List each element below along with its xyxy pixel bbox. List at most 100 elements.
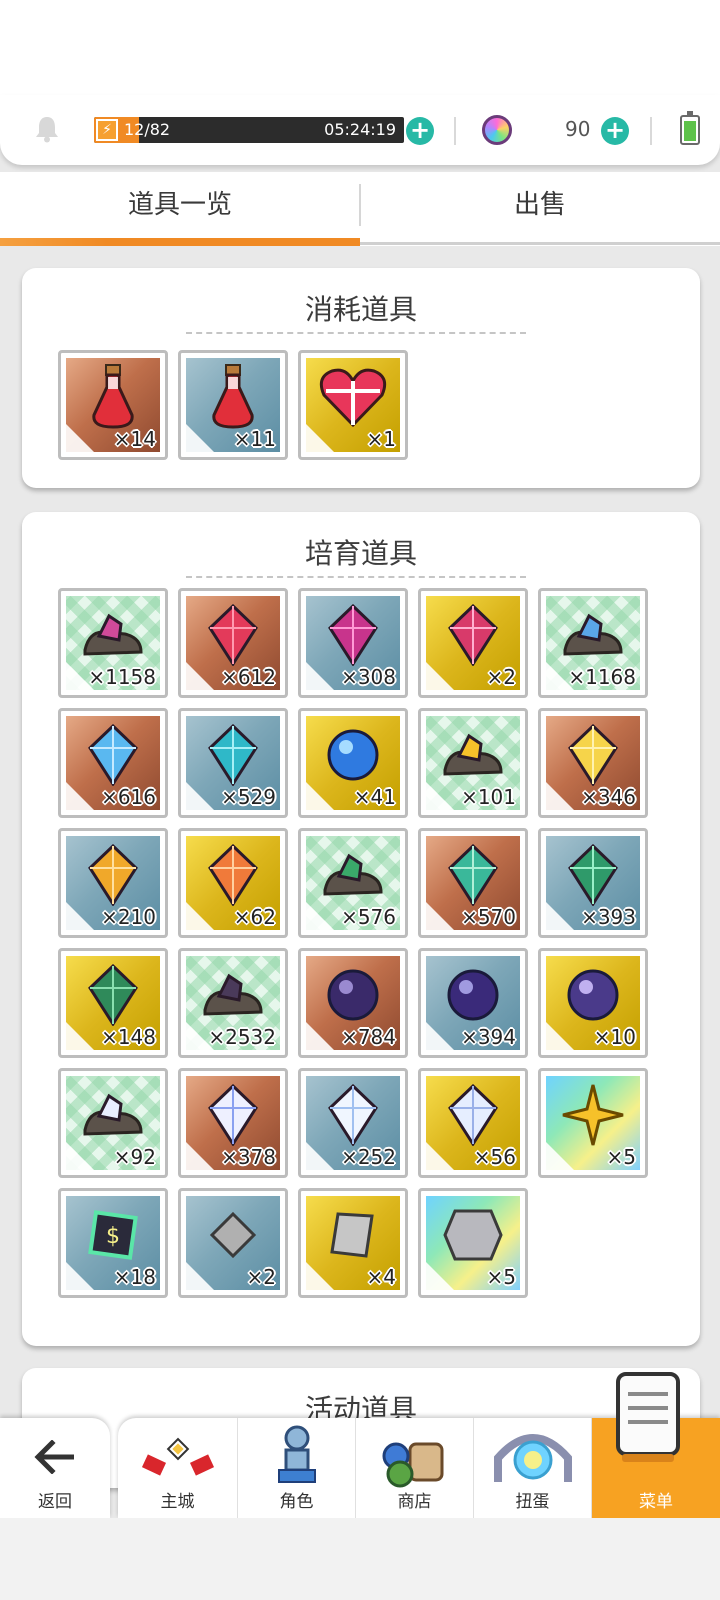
item-quantity: ×346 [581,785,636,809]
teal-crystal-icon [206,724,260,790]
item-slot[interactable]: ×576 [298,828,408,938]
nav-item-character[interactable]: 角色 [238,1418,356,1518]
winged-diamond-icon [446,1084,500,1150]
item-quantity: ×570 [461,905,516,929]
winged-purple-orb-icon [564,966,622,1028]
blue-shard-icon [86,724,140,790]
gacha-icon [494,1434,572,1482]
tab-sell[interactable]: 出售 [360,172,720,246]
item-slot[interactable]: ×394 [418,948,528,1058]
red-potion-icon [210,363,256,435]
status-bar: ⚡ 12/82 05:24:19 + 90 + [0,95,720,165]
gold-star-icon [561,1083,625,1151]
gem-icon [482,115,512,145]
divider [650,117,652,145]
diamond-icon [326,1084,380,1150]
item-background: ×2532 [186,956,280,1050]
item-quantity: ×92 [113,1145,156,1169]
item-quantity: ×576 [341,905,396,929]
item-background: $ ×18 [66,1196,160,1290]
add-stamina-button[interactable]: + [406,117,434,145]
item-slot[interactable]: ×612 [178,588,288,698]
item-slot[interactable]: ×2 [178,1188,288,1298]
top-blank-area [0,0,720,100]
dark-ore-icon [201,970,265,1024]
nav-item-gacha[interactable]: 扭蛋 [474,1418,592,1518]
pink-ore-icon [81,610,145,664]
item-slot[interactable]: ×2 [418,588,528,698]
add-gems-button[interactable]: + [601,117,629,145]
item-slot[interactable]: ×210 [58,828,168,938]
item-background: ×346 [546,716,640,810]
nav-label: 主城 [160,1492,195,1512]
item-slot[interactable]: ×570 [418,828,528,938]
item-slot[interactable]: ×41 [298,708,408,818]
rainbow-chip-icon: $ [87,1209,139,1265]
item-quantity: ×10 [593,1025,636,1049]
item-slot[interactable]: ×2532 [178,948,288,1058]
item-slot[interactable]: ×10 [538,948,648,1058]
menu-scroll-icon [616,1372,680,1462]
active-tab-indicator [0,238,360,246]
nav-label: 商店 [397,1492,432,1512]
item-slot[interactable]: $ ×18 [58,1188,168,1298]
nav-main: 主城 角色 商店 扭蛋 菜单 [118,1372,720,1518]
bottom-safe-area [0,1518,720,1600]
section-title: 消耗道具 [304,293,417,326]
tab-item-list[interactable]: 道具一览 [0,172,360,246]
item-slot[interactable]: ×1168 [538,588,648,698]
section-title: 培育道具 [304,537,417,570]
white-ore-icon [81,1090,145,1144]
item-slot[interactable]: ×346 [538,708,648,818]
gold-gem-icon [566,724,620,790]
bell-icon[interactable] [34,115,60,143]
item-quantity: ×5 [606,1145,636,1169]
item-quantity: ×308 [341,665,396,689]
large-pink-crystal-icon [446,604,500,670]
silver-cube-icon [441,1205,505,1269]
item-slot[interactable]: ×1 [298,350,408,460]
gem-count: 90 [565,117,591,141]
item-quantity: ×612 [221,665,276,689]
item-quantity: ×148 [101,1025,156,1049]
item-slot[interactable]: ×14 [58,350,168,460]
nav-label: 角色 [279,1492,314,1512]
nav-item-main-city[interactable]: 主城 [118,1418,238,1518]
red-gem-icon [206,604,260,670]
item-background: ×210 [66,836,160,930]
nav-item-menu[interactable]: 菜单 [592,1372,720,1518]
blue-orb-icon [324,726,382,788]
item-background: ×56 [426,1076,520,1170]
item-slot[interactable]: ×4 [298,1188,408,1298]
item-slot[interactable]: ×1158 [58,588,168,698]
svg-text:$: $ [106,1224,120,1249]
gold-ore-icon [441,730,505,784]
item-slot[interactable]: ×393 [538,828,648,938]
item-slot[interactable]: ×784 [298,948,408,1058]
item-quantity: ×2 [246,1265,276,1289]
item-slot[interactable]: ×148 [58,948,168,1058]
item-quantity: ×101 [461,785,516,809]
item-quantity: ×56 [473,1145,516,1169]
silver-chunk-icon [326,1208,380,1266]
item-slot[interactable]: ×5 [538,1068,648,1178]
item-slot[interactable]: ×101 [418,708,528,818]
item-slot[interactable]: ×252 [298,1068,408,1178]
item-quantity: ×5 [486,1265,516,1289]
item-slot[interactable]: ×378 [178,1068,288,1178]
item-background: ×393 [546,836,640,930]
item-slot[interactable]: ×616 [58,708,168,818]
item-background: ×4 [306,1196,400,1290]
item-slot[interactable]: ×62 [178,828,288,938]
silver-shard-icon [209,1212,257,1262]
item-slot[interactable]: ×308 [298,588,408,698]
nav-item-shop[interactable]: 商店 [356,1418,474,1518]
heart-gift-icon [318,365,388,433]
item-slot[interactable]: ×56 [418,1068,528,1178]
item-slot[interactable]: ×529 [178,708,288,818]
back-button[interactable]: 返回 [0,1418,110,1518]
item-slot[interactable]: ×11 [178,350,288,460]
item-background: ×378 [186,1076,280,1170]
item-slot[interactable]: ×92 [58,1068,168,1178]
item-slot[interactable]: ×5 [418,1188,528,1298]
